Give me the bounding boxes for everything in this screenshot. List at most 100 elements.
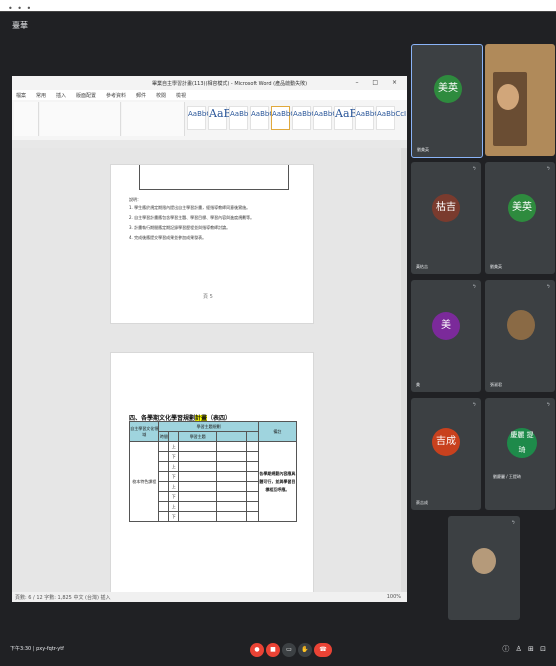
status-left: 頁數: 6 / 12 字數: 1,825 中文 (台灣) 插入 (15, 595, 111, 601)
participant-avatar: 美 (432, 312, 460, 340)
ruler (12, 140, 407, 148)
mic-off-icon: ϟ (472, 402, 476, 408)
menu-view[interactable]: 檢視 (176, 92, 186, 99)
semester-cell: 下 (168, 471, 180, 482)
style-item[interactable]: AaB (208, 106, 232, 130)
document-page-1: 說明： 1. 學生應於規定期限內提出自主學習計畫，經指導教師同意後實施。 2. … (110, 164, 314, 324)
mic-off-icon: ϟ (472, 166, 476, 172)
mic-off-icon: ϟ (472, 284, 476, 290)
self-view-tile[interactable]: ϟ (448, 516, 520, 620)
style-item[interactable]: AaBbCcI (292, 106, 322, 130)
note-line: 2. 自主學習計畫應包含學習主題、學習目標、學習內容與進度規劃等。 (129, 215, 255, 220)
semester-cell: 上 (168, 481, 180, 492)
participant-tile[interactable]: ϟ 張淑君 (485, 280, 555, 392)
word-statusbar: 頁數: 6 / 12 字數: 1,825 中文 (台灣) 插入 100% (12, 592, 407, 602)
menu-insert[interactable]: 插入 (56, 92, 66, 99)
col-content (216, 431, 247, 442)
semester-cell: 上 (168, 501, 180, 512)
participant-avatar: 慶麗 提琦 (507, 428, 537, 458)
zoom-level[interactable]: 100% (387, 594, 401, 600)
col-category: 自主學習文化領域 (128, 421, 160, 442)
col-time: 時間 (158, 431, 170, 442)
col-note: 備註 (257, 421, 298, 442)
menu-references[interactable]: 參考資料 (106, 92, 126, 99)
participant-tile[interactable]: ϟ 慶麗 提琦 劉慶麗 / 王提琦 (485, 398, 555, 510)
leave-call-button[interactable]: ☎ (314, 643, 332, 657)
note-line: 3. 計畫執行期間應定期記錄學習歷程並與指導教師討論。 (129, 225, 231, 230)
window-controls[interactable]: – □ × (355, 79, 403, 86)
page-number: 頁 5 (203, 294, 213, 300)
participant-tile[interactable]: ϟ 美英 劉美英 (485, 162, 555, 274)
participant-name: 劉美英 (417, 147, 429, 152)
menu-home[interactable]: 常用 (36, 92, 46, 99)
mic-icon[interactable]: ● (250, 643, 264, 657)
word-menubar: 檔案 常用 插入 版面配置 參考資料 郵件 校閱 檢視 (12, 90, 407, 100)
participant-tile[interactable]: ϟ 吉成 蔡吉成 (411, 398, 481, 510)
menu-file[interactable]: 檔案 (16, 92, 26, 99)
style-item[interactable]: AaBbC (355, 106, 379, 130)
font-group[interactable] (40, 102, 121, 136)
top-divider (0, 11, 556, 12)
note-line: 4. 完成後應提交學習成果並參加成果發表。 (129, 235, 207, 240)
paragraph-group[interactable] (122, 102, 185, 136)
style-item[interactable]: AaBb (334, 106, 365, 130)
participant-name: 美 (416, 382, 420, 387)
participant-avatar: 美英 (434, 75, 462, 103)
participant-face (497, 84, 519, 110)
participant-avatar: 枯吉 (432, 194, 460, 222)
participant-profile-photo (507, 310, 535, 340)
table-box-end (139, 165, 289, 190)
word-ribbon: AaBbCcDd AaB AaBb AaBbCc AaBbCc AaBbCcI … (12, 100, 407, 141)
style-item[interactable]: AaBbCcI (376, 106, 406, 130)
participant-avatar: 美英 (508, 194, 536, 222)
participant-name: 劉美英 (490, 264, 502, 269)
note-line: 1. 學生應於規定期限內提出自主學習計畫，經指導教師同意後實施。 (129, 205, 251, 210)
row-group-label: 校本特色課程 (128, 441, 160, 522)
style-item[interactable]: AaBbCcDd (187, 106, 225, 130)
col-topic: 學習主題 (178, 431, 218, 442)
notes-label: 說明： (129, 197, 141, 202)
participant-avatar: 吉成 (432, 428, 460, 456)
participant-name: 黃枯吉 (416, 264, 428, 269)
shared-word-window: 畢業自主學習計畫(113)(相容模式) - Microsoft Word (產品… (12, 76, 407, 602)
participant-tile[interactable]: ϟ 枯吉 黃枯吉 (411, 162, 481, 274)
style-item-selected[interactable]: AaBbCc (271, 106, 299, 130)
meeting-presenter-label: 臺華 (12, 21, 28, 30)
col-sub (168, 431, 180, 442)
col-extra (245, 431, 259, 442)
participant-tile[interactable]: ϟ 美 美 (411, 280, 481, 392)
vertical-scrollbar[interactable] (401, 148, 407, 592)
mic-off-icon: ϟ (546, 166, 550, 172)
menu-layout[interactable]: 版面配置 (76, 92, 96, 99)
raise-hand-icon[interactable]: ✋ (298, 643, 312, 657)
style-item[interactable]: AaBbCc (250, 106, 278, 130)
mic-off-icon: ϟ (511, 520, 515, 526)
style-item[interactable]: AaBbCcI (313, 106, 343, 130)
document-page-2: 四、各學期文化學習規劃計畫（表四） 自主學習文化領域 學習主題規劃 備註 時間 … (110, 352, 314, 602)
word-titlebar: 畢業自主學習計畫(113)(相容模式) - Microsoft Word (產品… (12, 76, 407, 90)
word-title: 畢業自主學習計畫(113)(相容模式) - Microsoft Word (產品… (152, 81, 308, 87)
menu-review[interactable]: 校閱 (156, 92, 166, 99)
menu-mailings[interactable]: 郵件 (136, 92, 146, 99)
participant-video-tile[interactable] (485, 44, 555, 156)
semester-cell: 上 (168, 441, 180, 452)
camera-icon[interactable]: ■ (266, 643, 280, 657)
styles-gallery: AaBbCcDd AaB AaBb AaBbCc AaBbCc AaBbCcI … (187, 106, 406, 130)
table-bold-note: 各學期規劃內容應具體可行，並與學習目標相互呼應。 (257, 441, 298, 522)
meeting-code: 下午3:30 | pxy-fqtr-ytf (10, 646, 64, 652)
style-item[interactable]: AaBb (229, 106, 248, 130)
participant-tile[interactable]: 美英 劉美英 (411, 44, 483, 158)
semester-cell: 下 (168, 491, 180, 502)
table-cell (158, 441, 170, 452)
participant-name: 劉慶麗 / 王提琦 (493, 474, 521, 479)
table-header-top: 學習主題規劃 (158, 421, 259, 432)
participant-name: 張淑君 (490, 382, 502, 387)
clipboard-group[interactable] (14, 102, 39, 136)
self-profile-photo (472, 548, 496, 574)
meeting-side-icons[interactable]: ⓘ ♙ ⊞ ⊡ (502, 644, 548, 654)
captions-icon[interactable]: ▭ (282, 643, 296, 657)
semester-cell: 上 (168, 461, 180, 472)
mic-off-icon: ϟ (546, 284, 550, 290)
participant-name: 蔡吉成 (416, 500, 428, 505)
mic-off-icon: ϟ (546, 402, 550, 408)
